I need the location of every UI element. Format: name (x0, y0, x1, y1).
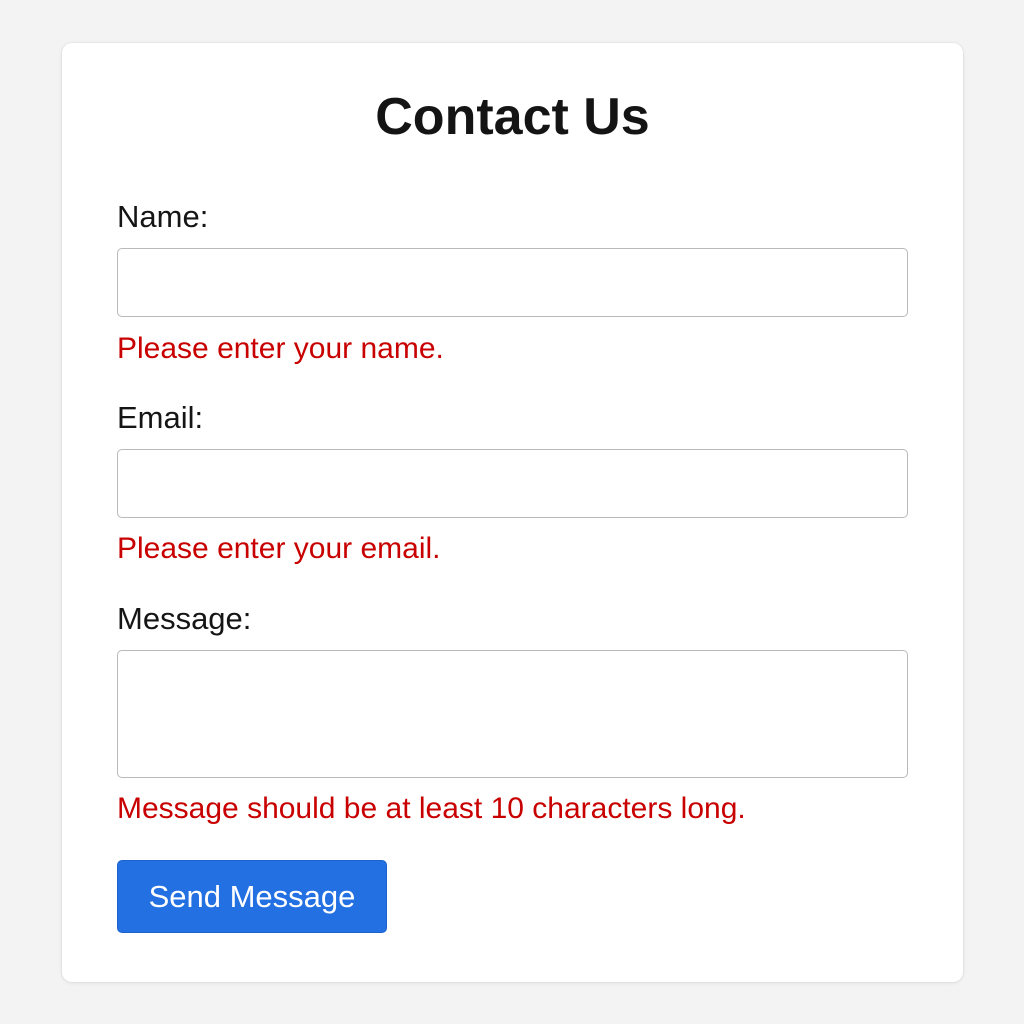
page-title: Contact Us (375, 88, 650, 146)
message-field[interactable] (117, 650, 908, 778)
name-label: Name: (117, 199, 209, 234)
message-error-message: Message should be at least 10 characters… (117, 792, 746, 825)
name-error-message: Please enter your name. (117, 332, 444, 365)
contact-form-card: Contact Us Name: Please enter your name.… (62, 43, 963, 982)
email-label: Email: (117, 400, 204, 435)
message-label: Message: (117, 601, 252, 636)
email-error-message: Please enter your email. (117, 532, 441, 565)
email-field[interactable] (117, 449, 908, 518)
send-message-button[interactable]: Send Message (117, 860, 387, 933)
name-field[interactable] (117, 248, 908, 317)
